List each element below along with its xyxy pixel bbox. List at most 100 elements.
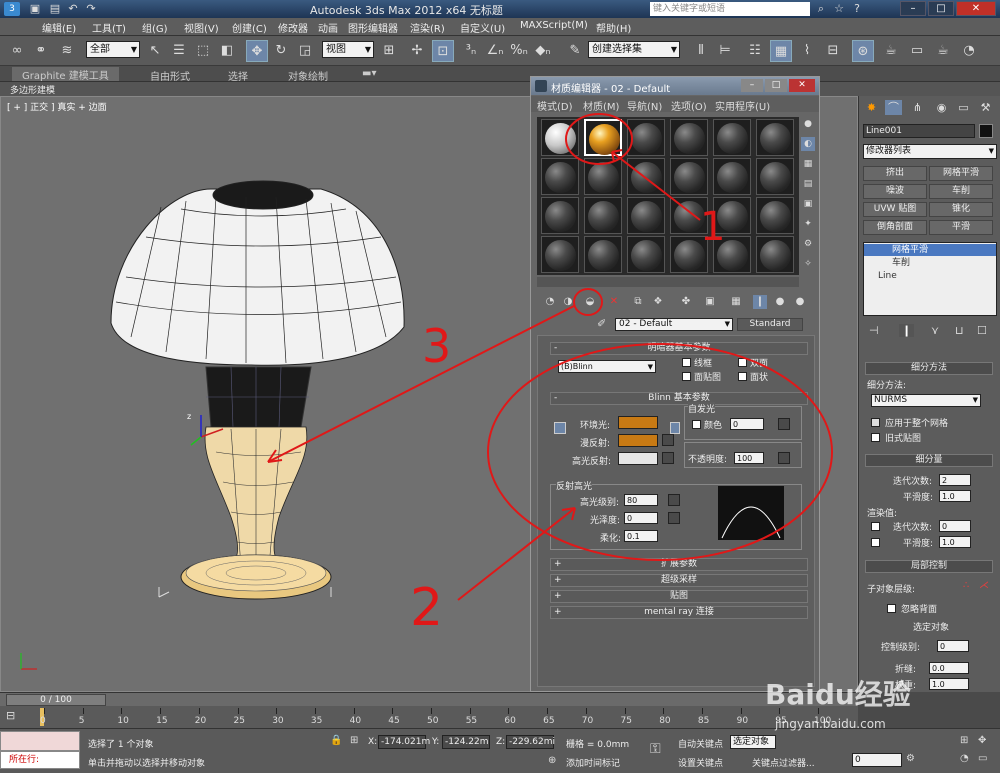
percent-snap-icon[interactable]: %ₙ — [508, 40, 530, 62]
taper-button[interactable]: 锥化 — [929, 202, 993, 217]
meshsmooth-button[interactable]: 网格平滑 — [929, 166, 993, 181]
assign-material-icon[interactable]: ◒ — [583, 295, 597, 309]
material-slot[interactable] — [541, 158, 579, 195]
pan-icon[interactable]: ✥ — [978, 735, 986, 746]
minimize-button[interactable]: – — [900, 1, 926, 16]
shader-dropdown[interactable]: (B)Blinn ▼ — [558, 360, 656, 373]
render-setup-icon[interactable]: ☕ — [880, 40, 902, 62]
object-color-swatch[interactable] — [979, 124, 993, 138]
named-selection-dropdown[interactable]: 创建选择集 ▼ — [588, 41, 680, 58]
stack-item-line[interactable]: Line — [864, 270, 996, 282]
show-end-result-icon[interactable]: ▦ — [729, 295, 743, 309]
time-slider-thumb[interactable]: 0 / 100 — [6, 694, 106, 706]
bind-space-warp-icon[interactable]: ≋ — [56, 40, 78, 62]
keyboard-shortcut-icon[interactable]: ⊡ — [432, 40, 454, 62]
selection-filter-dropdown[interactable]: 全部 ▼ — [86, 41, 140, 58]
open-icon[interactable]: ▤ — [48, 2, 62, 16]
vertex-level-icon[interactable]: ∴ — [963, 580, 969, 591]
configure-sets-icon[interactable]: ☐ — [977, 324, 987, 337]
material-slot[interactable] — [713, 197, 751, 234]
glossiness-map-button[interactable] — [668, 512, 680, 524]
material-slot[interactable] — [670, 236, 708, 273]
material-editor-titlebar[interactable]: 材质编辑器 - 02 - Default – □ ✕ — [531, 77, 819, 95]
link-icon[interactable]: ∞ — [6, 40, 28, 62]
material-editor-icon[interactable]: ⊛ — [852, 40, 874, 62]
material-type-button[interactable]: Standard — [737, 318, 803, 331]
put-to-library-icon[interactable]: ❖ — [651, 295, 665, 309]
reset-map-icon[interactable]: ✕ — [607, 295, 621, 309]
material-slot[interactable] — [584, 197, 622, 234]
uvw-map-button[interactable]: UVW 贴图 — [863, 202, 927, 217]
pin-stack-icon[interactable]: ⊣ — [869, 324, 879, 337]
specular-swatch[interactable] — [618, 452, 658, 465]
key-icon[interactable]: ⚿ — [650, 741, 661, 757]
apply-to-mesh-checkbox[interactable] — [871, 418, 880, 427]
iterations-value[interactable]: 2 — [939, 474, 971, 486]
opacity-value[interactable]: 100 — [734, 452, 764, 464]
utilities-tab-icon[interactable]: ⚒ — [977, 100, 994, 115]
menu-maxscript[interactable]: MAXScript(M) — [520, 20, 588, 31]
material-slot[interactable] — [670, 119, 708, 156]
go-to-parent-icon[interactable]: ❙ — [753, 295, 767, 309]
mini-curve-editor-icon[interactable]: ⊟ — [6, 709, 15, 722]
render-smoothness-checkbox[interactable] — [871, 538, 880, 547]
modify-tab-icon[interactable]: ⌒ — [885, 100, 902, 115]
make-unique-icon[interactable]: ⧉ — [631, 295, 645, 309]
diffuse-swatch[interactable] — [618, 434, 658, 447]
mirror-icon[interactable]: ⫴ — [690, 40, 712, 62]
material-slot[interactable] — [756, 119, 794, 156]
auto-key-label[interactable]: 自动关键点 — [678, 737, 723, 750]
add-time-tag[interactable]: 添加时间标记 — [566, 756, 620, 769]
graphite-toggle-icon[interactable]: ▦ — [770, 40, 792, 62]
edit-named-selection-icon[interactable]: ✎ — [564, 40, 586, 62]
render-iterations-value[interactable]: 0 — [939, 520, 971, 532]
polygon-modeling-label[interactable]: 多边形建模 — [10, 83, 55, 96]
maximize-button[interactable]: □ — [928, 1, 954, 16]
subdivision-method-rollout[interactable]: 细分方法 — [865, 362, 993, 375]
get-material-icon[interactable]: ◔ — [543, 295, 557, 309]
ambient-swatch[interactable] — [618, 416, 658, 429]
material-slot[interactable] — [627, 197, 665, 234]
select-by-material-icon[interactable]: ✧ — [801, 257, 815, 271]
tab-graphite[interactable]: Graphite 建模工具 — [12, 67, 119, 82]
help-icon[interactable]: ? — [850, 2, 864, 16]
material-slot[interactable] — [670, 158, 708, 195]
tab-freeform[interactable]: 自由形式 — [150, 68, 190, 83]
rendered-frame-icon[interactable]: ▭ — [906, 40, 928, 62]
material-slot[interactable] — [756, 158, 794, 195]
maxscript-listener[interactable] — [0, 731, 80, 751]
wire-checkbox[interactable] — [682, 358, 691, 367]
menu-modifiers[interactable]: 修改器 — [278, 20, 308, 35]
put-to-scene-icon[interactable]: ◑ — [561, 295, 575, 309]
make-preview-icon[interactable]: ✦ — [801, 217, 815, 231]
angle-snap-icon[interactable]: ∠ₙ — [484, 40, 506, 62]
stack-item-meshsmooth[interactable]: 网格平滑 — [864, 244, 996, 256]
material-slot[interactable] — [756, 236, 794, 273]
lathe-button[interactable]: 车削 — [929, 184, 993, 199]
time-tag-icon[interactable]: ⊕ — [548, 755, 556, 766]
video-color-check-icon[interactable]: ▣ — [801, 197, 815, 211]
control-level-value[interactable]: 0 — [937, 640, 969, 652]
make-unique-icon[interactable]: ⋎ — [931, 324, 939, 337]
maps-rollout[interactable]: + 贴图 — [550, 590, 808, 603]
material-slot[interactable] — [584, 158, 622, 195]
current-frame-field[interactable]: 0 — [852, 753, 902, 767]
window-crossing-icon[interactable]: ◧ — [216, 40, 238, 62]
material-name-field[interactable]: 02 - Default ▼ — [615, 318, 733, 331]
pivot-center-icon[interactable]: ⊞ — [378, 40, 400, 62]
material-slot[interactable] — [627, 158, 665, 195]
select-object-icon[interactable]: ↖ — [144, 40, 166, 62]
binoculars-icon[interactable]: ⌕ — [814, 2, 828, 16]
close-button[interactable]: ✕ — [956, 1, 996, 16]
subdivision-method-dropdown[interactable]: NURMS ▼ — [871, 394, 981, 407]
y-coordinate[interactable]: -124.22m — [442, 735, 490, 749]
maximize-button[interactable]: □ — [765, 79, 787, 92]
me-menu-utilities[interactable]: 实用程序(U) — [715, 98, 770, 113]
soften-value[interactable]: 0.1 — [624, 530, 658, 542]
stack-item-lathe[interactable]: 车削 — [864, 257, 996, 269]
shader-basic-rollout[interactable]: - 明暗器基本参数 — [550, 342, 808, 355]
track-bar[interactable]: ⊟ 0 5 10 15 20 25 30 35 40 45 50 55 60 65 70 75 80 85 90 95… — [0, 706, 858, 728]
material-slot[interactable] — [584, 119, 622, 156]
display-tab-icon[interactable]: ▭ — [955, 100, 972, 115]
self-illum-color-checkbox[interactable] — [692, 420, 701, 429]
